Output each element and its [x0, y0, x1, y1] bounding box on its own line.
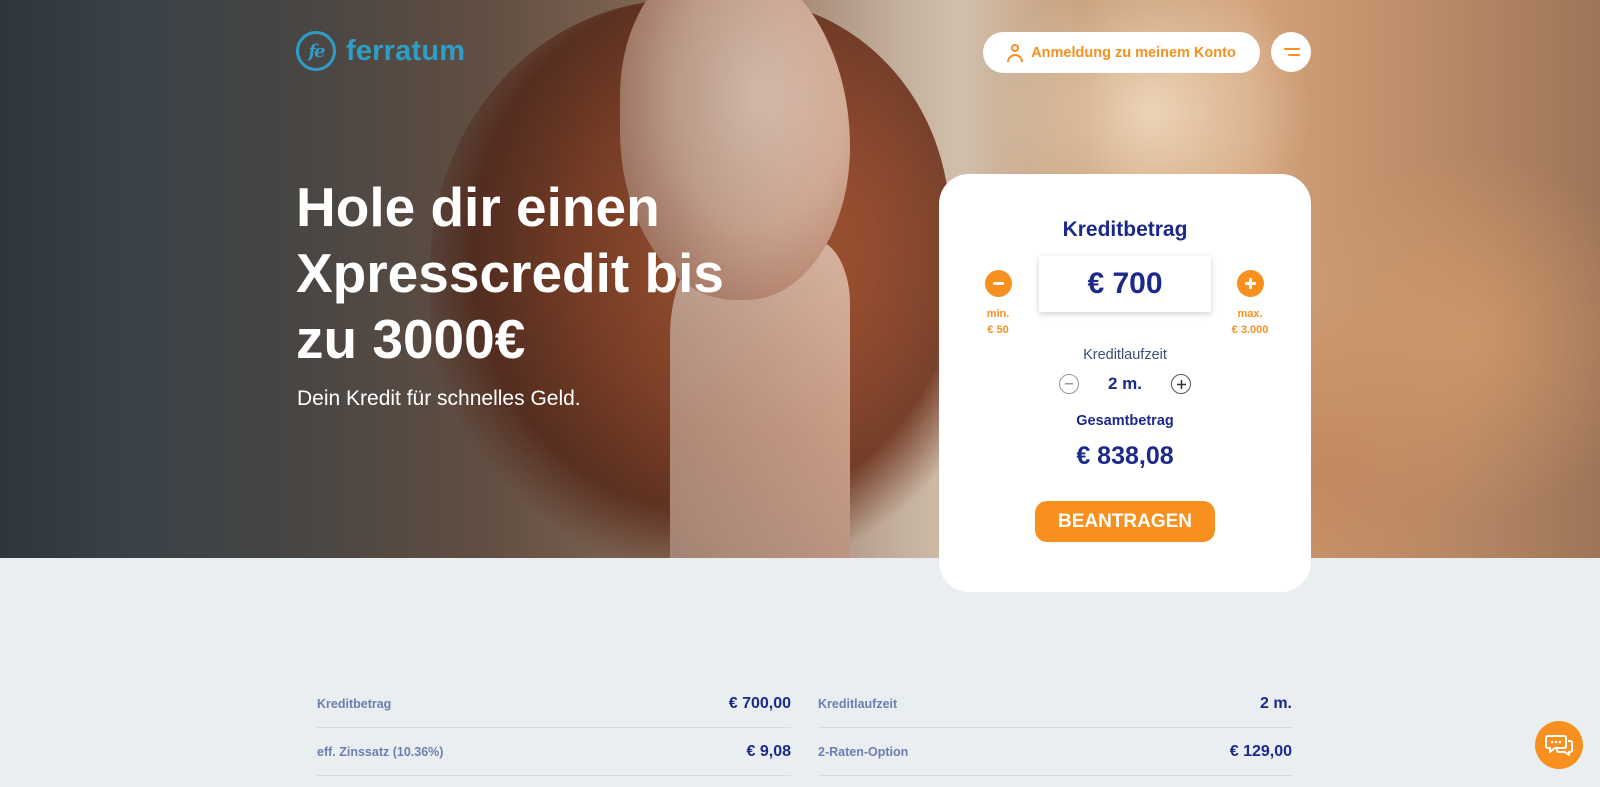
details-row: Kreditlaufzeit 2 m. [818, 680, 1292, 728]
plus-icon [1245, 278, 1256, 289]
details-value: € 129,00 [1229, 742, 1292, 760]
login-button[interactable]: Anmeldung zu meinem Konto [983, 32, 1260, 73]
min-label: min. [986, 308, 1010, 320]
max-label: max. [1237, 308, 1263, 320]
increase-amount-button[interactable] [1237, 270, 1264, 297]
plus-icon [1176, 379, 1186, 389]
term-label: Kreditlaufzeit [1083, 347, 1167, 363]
details-label: Kreditbetrag [317, 696, 392, 711]
max-amount-label: max. € 3.000 [1220, 306, 1280, 338]
loan-amount-display[interactable]: € 700 [1039, 256, 1211, 312]
menu-button[interactable] [1271, 32, 1311, 72]
total-value: € 838,08 [1076, 442, 1174, 470]
hero-subline: Dein Kredit für schnelles Geld. [297, 387, 581, 410]
login-button-label: Anmeldung zu meinem Konto [1031, 44, 1236, 61]
min-value: € 50 [987, 324, 1009, 336]
hero-image [0, 0, 1600, 558]
hero-headline: Hole dir einen Xpresscredit bis zu 3000€ [296, 176, 724, 370]
increase-term-button[interactable] [1171, 374, 1191, 394]
logo-text: ferratum [346, 34, 466, 67]
decrease-amount-button[interactable] [985, 270, 1012, 297]
total-label: Gesamtbetrag [1076, 413, 1174, 429]
term-value: 2 m. [1107, 374, 1143, 393]
logo-mark-icon: fe [296, 31, 336, 71]
details-value: € 9,08 [746, 742, 791, 760]
min-amount-label: min. € 50 [968, 306, 1028, 338]
loan-details-table: Kreditbetrag € 700,00 Kreditlaufzeit 2 m… [317, 680, 1292, 776]
chat-button[interactable] [1535, 721, 1583, 769]
calculator-title: Kreditbetrag [1062, 218, 1188, 241]
hero-overlay [0, 0, 1600, 558]
minus-icon [993, 282, 1004, 285]
max-value: € 3.000 [1231, 324, 1269, 336]
details-row: 2-Raten-Option € 129,00 [818, 728, 1292, 776]
minus-icon [1065, 383, 1073, 385]
loan-calculator-card: Kreditbetrag € 700 min. € 50 max. € 3.00… [939, 174, 1311, 592]
user-icon [1007, 43, 1024, 62]
details-label: Kreditlaufzeit [818, 696, 898, 711]
details-value: 2 m. [1259, 694, 1292, 712]
apply-button[interactable]: BEANTRAGEN [1035, 501, 1215, 542]
details-value: € 700,00 [728, 694, 791, 712]
details-row: Kreditbetrag € 700,00 [317, 680, 791, 728]
details-row: eff. Zinssatz (10.36%) € 9,08 [317, 728, 791, 776]
menu-icon [1284, 48, 1300, 50]
ferratum-logo[interactable]: fe ferratum [296, 31, 465, 71]
chat-icon [1545, 735, 1573, 756]
menu-icon-line [1288, 54, 1300, 56]
details-label: eff. Zinssatz (10.36%) [317, 744, 444, 759]
details-label: 2-Raten-Option [818, 744, 909, 759]
